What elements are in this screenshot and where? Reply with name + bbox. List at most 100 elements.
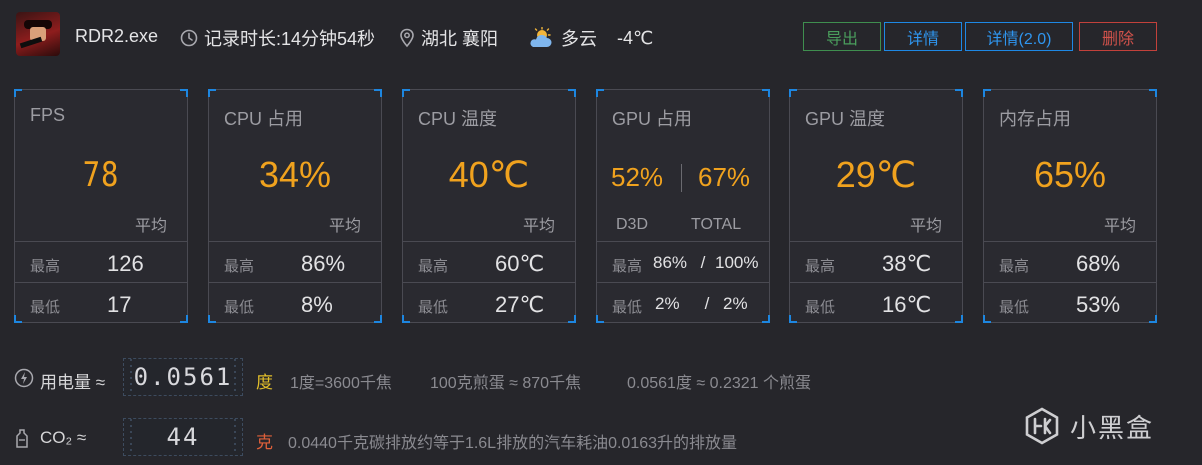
export-button[interactable]: 导出	[803, 22, 881, 51]
fps-average-value: 78	[82, 155, 120, 195]
min-label: 最低	[999, 299, 1030, 316]
memory-usage-max-value: 68%	[1076, 251, 1121, 276]
gpu-temp-card: GPU 温度 29℃ 平均 最高 38℃ 最低 16℃	[789, 89, 963, 323]
cpu-usage-max-value: 86%	[301, 251, 346, 276]
fps-card: FPS 78 平均 最高 126 最低 17	[14, 89, 188, 323]
heybox-logo-icon	[1025, 407, 1059, 445]
gpu-total-max-value: 100%	[715, 253, 759, 272]
cpu-temp-max-value: 60℃	[495, 251, 545, 276]
location-text: 湖北 襄阳	[421, 29, 499, 49]
cpu-temp-max-row: 最高 60℃	[403, 241, 575, 282]
co2-equivalent-note: 0.0440千克碳排放约等于1.6L排放的汽车耗油0.0163升的排放量	[288, 435, 738, 452]
gpu-usage-title: GPU 占用	[612, 109, 693, 129]
location: 湖北 襄阳	[399, 25, 498, 51]
egg-energy-note: 100克煎蛋 ≈ 870千焦	[430, 375, 582, 392]
power-label: 用电量 ≈	[40, 373, 106, 392]
co2-unit: 克	[256, 433, 273, 452]
gpu-usage-card: GPU 占用 52% 67% D3D TOTAL 最高 86% / 100% 最低 …	[596, 89, 770, 323]
max-label: 最高	[612, 258, 643, 275]
power-consumption-row: 用电量 ≈ 0.0561 度 1度=3600千焦 100克煎蛋 ≈ 870千焦 …	[0, 358, 1202, 398]
gpu-total-average-value: 67%	[698, 162, 751, 192]
watermark-text: 小黑盒	[1070, 412, 1155, 443]
memory-usage-average-value: 65%	[1033, 154, 1107, 195]
average-label: 平均	[522, 218, 555, 235]
gpu-d3d-min-value: 2%	[655, 294, 680, 313]
app-icon	[16, 12, 60, 56]
gpu-usage-min-row: 最低 2% / 2%	[597, 282, 769, 323]
gpu-usage-average: 52% 67%	[597, 162, 769, 196]
co2-label: CO₂ ≈	[40, 428, 87, 447]
memory-usage-max-row: 最高 68%	[984, 241, 1156, 282]
cpu-usage-card: CPU 占用 34% 平均 最高 86% 最低 8%	[208, 89, 382, 323]
fps-min-row: 最低 17	[15, 282, 187, 323]
memory-usage-min-value: 53%	[1076, 292, 1121, 317]
fuel-bottle-icon	[16, 429, 28, 448]
max-label: 最高	[418, 258, 449, 275]
memory-usage-min-row: 最低 53%	[984, 282, 1156, 323]
average-label: 平均	[1103, 218, 1136, 235]
max-label: 最高	[805, 258, 836, 275]
fps-max-value: 126	[107, 251, 144, 276]
power-unit: 度	[256, 373, 273, 392]
gpu-temp-average-value: 29℃	[835, 154, 917, 195]
average-label: 平均	[134, 218, 167, 235]
record-duration-text: 记录时长:14分钟54秒	[204, 29, 376, 49]
clock-icon	[180, 29, 198, 47]
outdoor-temperature: -4℃	[617, 27, 654, 48]
cpu-usage-title: CPU 占用	[224, 109, 304, 129]
min-label: 最低	[418, 299, 449, 316]
location-pin-icon	[400, 28, 414, 48]
cpu-usage-min-row: 最低 8%	[209, 282, 381, 323]
app-name: RDR2.exe	[75, 26, 159, 46]
cpu-temp-min-row: 最低 27℃	[403, 282, 575, 323]
max-label: 最高	[224, 258, 255, 275]
gpu-temp-min-value: 16℃	[882, 292, 932, 317]
gpu-temp-min-row: 最低 16℃	[790, 282, 962, 323]
egg-equivalent-note: 0.0561度 ≈ 0.2321 个煎蛋	[627, 375, 811, 392]
detail-v2-button[interactable]: 详情(2.0)	[965, 22, 1073, 51]
detail-button[interactable]: 详情	[884, 22, 962, 51]
memory-usage-card: 内存占用 65% 平均 最高 68% 最低 53%	[983, 89, 1157, 323]
divider	[681, 164, 682, 192]
cpu-temp-min-value: 27℃	[495, 292, 545, 317]
gpu-temp-max-row: 最高 38℃	[790, 241, 962, 282]
min-label: 最低	[224, 299, 255, 316]
slash-separator: /	[700, 253, 706, 272]
cpu-temp-title: CPU 温度	[418, 109, 498, 129]
weather: 多云 -4℃	[527, 25, 653, 51]
slash-separator: /	[704, 294, 710, 313]
gpu-total-min-value: 2%	[723, 294, 748, 313]
watermark: 小黑盒	[1022, 406, 1154, 446]
gpu-total-label: TOTAL	[691, 216, 742, 233]
power-conversion-note: 1度=3600千焦	[290, 375, 392, 392]
gpu-d3d-max-value: 86%	[653, 253, 688, 272]
memory-usage-title: 内存占用	[999, 109, 1071, 129]
cpu-usage-min-value: 8%	[301, 292, 333, 317]
header-bar: RDR2.exe 记录时长:14分钟54秒 湖北 襄阳 多云 -4℃ 导出 详情…	[0, 0, 1202, 70]
fps-title: FPS	[30, 105, 66, 125]
cpu-temp-card: CPU 温度 40℃ 平均 最高 60℃ 最低 27℃	[402, 89, 576, 323]
average-label: 平均	[909, 218, 942, 235]
lightning-bolt-icon	[14, 368, 34, 388]
min-label: 最低	[30, 299, 61, 316]
gpu-usage-max-values: 86% / 100%	[653, 253, 758, 273]
gpu-usage-min-values: 2% / 2%	[653, 294, 748, 314]
gpu-d3d-average-value: 52%	[611, 162, 664, 192]
record-duration: 记录时长:14分钟54秒	[180, 25, 375, 51]
fps-min-value: 17	[107, 292, 132, 317]
gpu-d3d-label: D3D	[616, 216, 649, 233]
max-label: 最高	[30, 258, 61, 275]
gpu-temp-max-value: 38℃	[882, 251, 932, 276]
cpu-usage-average-value: 34%	[258, 154, 332, 195]
fps-max-row: 最高 126	[15, 241, 187, 282]
power-value-display: 0.0561	[123, 358, 243, 396]
min-label: 最低	[805, 299, 836, 316]
max-label: 最高	[999, 258, 1030, 275]
gpu-usage-max-row: 最高 86% / 100%	[597, 241, 769, 282]
cpu-usage-max-row: 最高 86%	[209, 241, 381, 282]
average-label: 平均	[328, 218, 361, 235]
delete-button[interactable]: 删除	[1079, 22, 1157, 51]
min-label: 最低	[612, 299, 643, 316]
cpu-temp-average-value: 40℃	[448, 154, 530, 195]
weather-text: 多云	[561, 29, 597, 49]
